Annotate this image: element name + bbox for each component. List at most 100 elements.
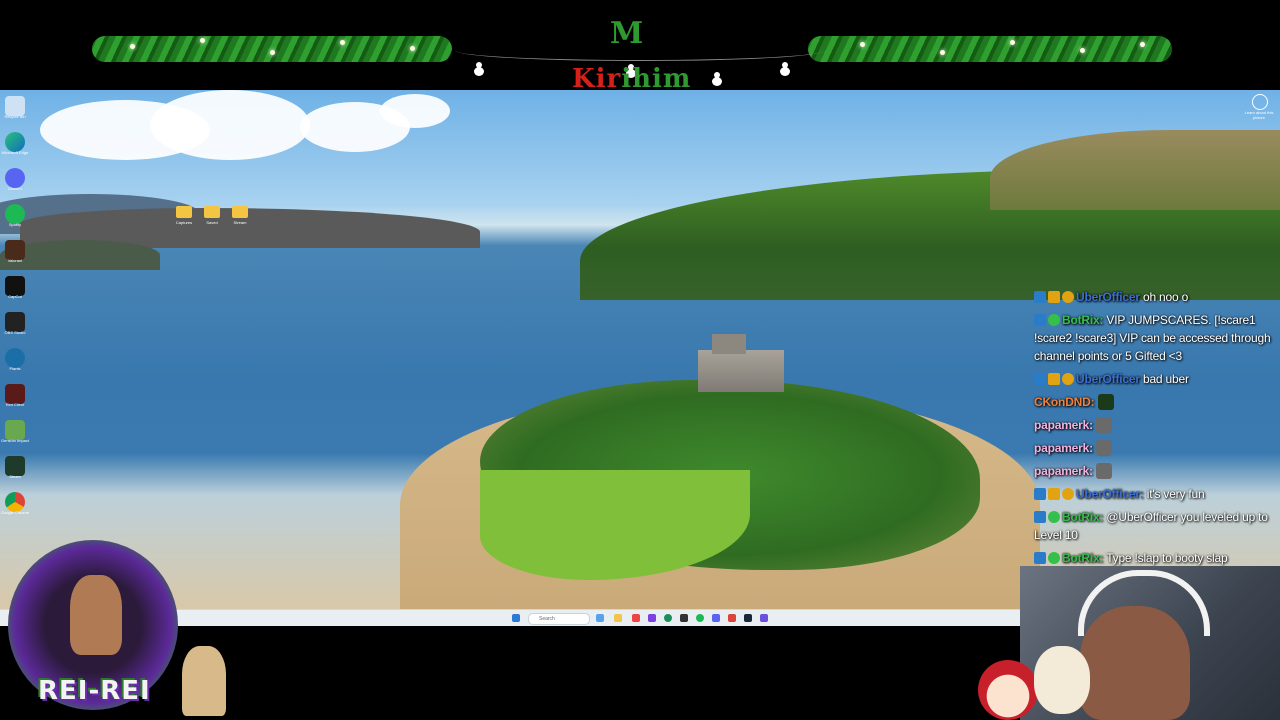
app-icon[interactable]: [728, 614, 736, 622]
desktop-icon-label: Recycle Bin: [4, 114, 26, 119]
file-explorer-icon[interactable]: [614, 614, 622, 622]
snowman-ornament-icon: [712, 72, 722, 86]
edge-icon[interactable]: [5, 132, 25, 152]
stream-chat: UberOfficer oh noo o BotRix: VIP JUMPSCAR…: [1034, 288, 1274, 609]
check-badge-icon: [1048, 552, 1060, 564]
desktop-icon-label: Microsoft Edge: [1, 150, 29, 155]
chat-username[interactable]: UberOfficer: [1076, 290, 1140, 304]
folder-label: Stream: [233, 220, 247, 225]
valorant-icon[interactable]: [5, 240, 25, 260]
garland-left: [92, 36, 452, 62]
cloud: [380, 94, 450, 128]
app-icon[interactable]: [632, 614, 640, 622]
light-bulb: [130, 44, 135, 49]
prime-badge-icon: [1034, 488, 1046, 500]
chat-username[interactable]: papamerk:: [1034, 441, 1093, 455]
task-view-icon[interactable]: [596, 614, 604, 622]
chat-message: papamerk:: [1034, 416, 1274, 434]
chat-text: oh noo o: [1142, 290, 1189, 304]
emote-icon: [1096, 463, 1113, 479]
recycle-bin-icon[interactable]: [5, 96, 25, 116]
cloud: [150, 90, 310, 160]
chat-username[interactable]: papamerk:: [1034, 418, 1093, 432]
spotify-icon[interactable]: [5, 204, 25, 224]
chat-message: UberOfficer: it's very fun: [1034, 485, 1274, 503]
obs-icon[interactable]: [680, 614, 688, 622]
taskbar-search-input[interactable]: Search: [528, 613, 590, 625]
folder-icon[interactable]: [204, 206, 220, 218]
desktop-icon-label: Steam: [9, 474, 21, 479]
light-bulb: [940, 50, 945, 55]
chat-message: UberOfficer oh noo o: [1034, 288, 1274, 306]
santa-chibi-sticker-icon: [978, 660, 1038, 720]
capcut-icon[interactable]: [5, 276, 25, 296]
light-bulb: [1140, 42, 1145, 47]
chat-username[interactable]: UberOfficer:: [1076, 487, 1144, 501]
game-icon[interactable]: [5, 420, 25, 440]
folder-label: Saved: [206, 220, 218, 225]
chat-username[interactable]: papamerk:: [1034, 464, 1093, 478]
prime-badge-icon: [1034, 552, 1046, 564]
logo-text: REI-REI: [38, 676, 151, 706]
chat-username[interactable]: BotRix:: [1062, 510, 1103, 524]
app-icon[interactable]: [648, 614, 656, 622]
crown-badge-icon: [1048, 373, 1060, 385]
light-bulb: [200, 38, 205, 43]
desktop-icon-column: Recycle Bin Microsoft Edge Discord Spoti…: [0, 94, 30, 534]
folder-icon[interactable]: [176, 206, 192, 218]
chrome-icon[interactable]: [5, 492, 25, 512]
game-icon[interactable]: [5, 384, 25, 404]
chat-message: BotRix: VIP JUMPSCARES. [!scare1 !scare2…: [1034, 311, 1274, 365]
chat-username[interactable]: BotRix:: [1062, 551, 1103, 565]
light-bulb: [1010, 40, 1015, 45]
crown-badge-icon: [1048, 488, 1060, 500]
castle-tower: [712, 334, 746, 354]
chat-text: bad uber: [1142, 372, 1189, 386]
prime-badge-icon: [1034, 373, 1046, 385]
folder-label: Captures: [175, 220, 193, 225]
app-icon[interactable]: [760, 614, 768, 622]
character-figure: [70, 575, 122, 655]
chat-message: CKonDND:: [1034, 393, 1274, 411]
chat-text: Type !slap to booty slap: [1106, 551, 1228, 565]
folder-icon[interactable]: [232, 206, 248, 218]
desktop-icon-label: OBS Studio: [4, 330, 26, 335]
obs-icon[interactable]: [5, 312, 25, 332]
check-badge-icon: [1048, 314, 1060, 326]
edge-icon[interactable]: [664, 614, 672, 622]
camera-icon[interactable]: [1252, 94, 1268, 110]
chat-message: BotRix: @UberOfficer you leveled up to L…: [1034, 508, 1274, 544]
light-bulb: [860, 42, 865, 47]
cat-ear-headset: [1078, 570, 1210, 636]
reindeer-sticker-icon: [182, 646, 226, 716]
castle-ruin: [698, 350, 784, 392]
discord-icon[interactable]: [5, 168, 25, 188]
steam-icon[interactable]: [744, 614, 752, 622]
desktop-icon-label: Spotify: [8, 222, 22, 227]
prime-badge-icon: [1034, 291, 1046, 303]
chat-message: UberOfficer bad uber: [1034, 370, 1274, 388]
light-bulb: [340, 40, 345, 45]
prime-badge-icon: [1034, 314, 1046, 326]
chat-message: BotRix: Type !slap to booty slap: [1034, 549, 1274, 567]
desktop-icon-label: Valorant: [7, 258, 23, 263]
chat-text: it's very fun: [1146, 487, 1205, 501]
discord-icon[interactable]: [712, 614, 720, 622]
reindeer-chibi-sticker-icon: [1034, 646, 1090, 714]
start-button-icon[interactable]: [512, 614, 520, 622]
chat-message: papamerk:: [1034, 439, 1274, 457]
learn-about-picture-label: Learn about this picture: [1244, 110, 1274, 120]
coin-badge-icon: [1062, 373, 1074, 385]
mountain-ridge: [990, 130, 1280, 210]
spotify-icon[interactable]: [696, 614, 704, 622]
game-icon[interactable]: [5, 456, 25, 476]
light-bulb: [1080, 48, 1085, 53]
desktop-icon-label: Genshin Impact: [0, 438, 29, 443]
chat-username[interactable]: UberOfficer: [1076, 372, 1140, 386]
snowman-ornament-icon: [474, 62, 484, 76]
desktop-icon-label: Riot Client: [5, 402, 25, 407]
pvz-icon[interactable]: [5, 348, 25, 368]
chat-username[interactable]: CKonDND:: [1034, 395, 1095, 409]
chat-username[interactable]: BotRix:: [1062, 313, 1103, 327]
coin-badge-icon: [1062, 488, 1074, 500]
